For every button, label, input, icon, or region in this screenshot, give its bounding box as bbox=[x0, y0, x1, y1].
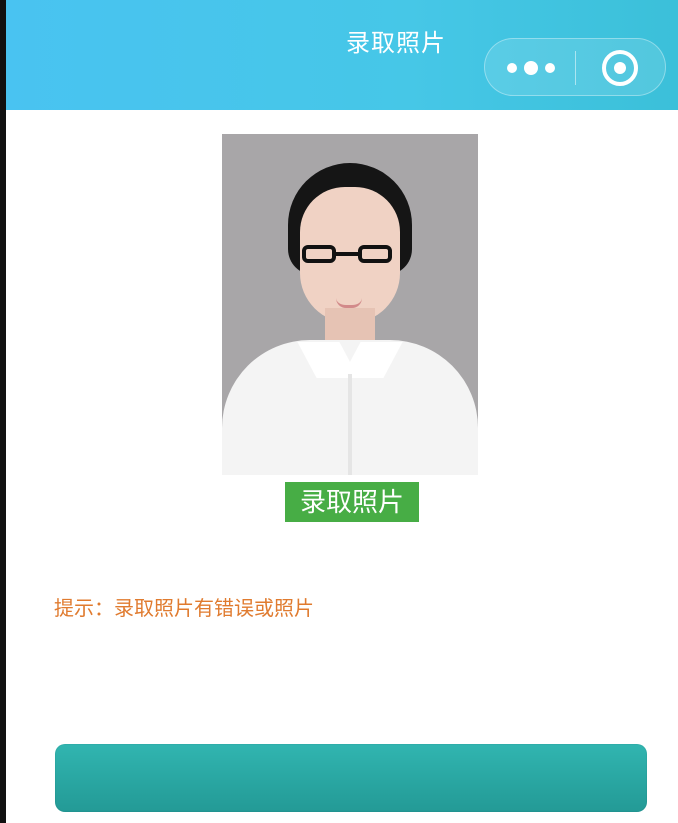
glasses-bridge bbox=[336, 252, 358, 256]
tip-text: 提示：录取照片有错误或照片 bbox=[54, 596, 314, 620]
glasses-right-lens bbox=[358, 245, 392, 263]
capsule-divider bbox=[575, 51, 576, 85]
top-navigation-bar: 录取照片 bbox=[6, 0, 678, 110]
mini-program-page: 录取照片 录取照片 提示：录取照片有错误或照片 bbox=[0, 0, 678, 823]
glasses-left-lens bbox=[302, 245, 336, 263]
shirt-placket-shape bbox=[348, 374, 352, 475]
dot-icon bbox=[507, 63, 517, 73]
dot-icon bbox=[524, 61, 538, 75]
mini-program-capsule bbox=[484, 38, 666, 96]
capture-photo-button[interactable]: 录取照片 bbox=[285, 482, 419, 522]
bottom-action-button[interactable] bbox=[55, 744, 647, 812]
dot-icon bbox=[545, 63, 555, 73]
target-icon[interactable] bbox=[602, 50, 638, 86]
portrait-photo bbox=[222, 134, 478, 475]
more-dots-icon[interactable] bbox=[507, 61, 555, 75]
page-title: 录取照片 bbox=[346, 29, 446, 57]
